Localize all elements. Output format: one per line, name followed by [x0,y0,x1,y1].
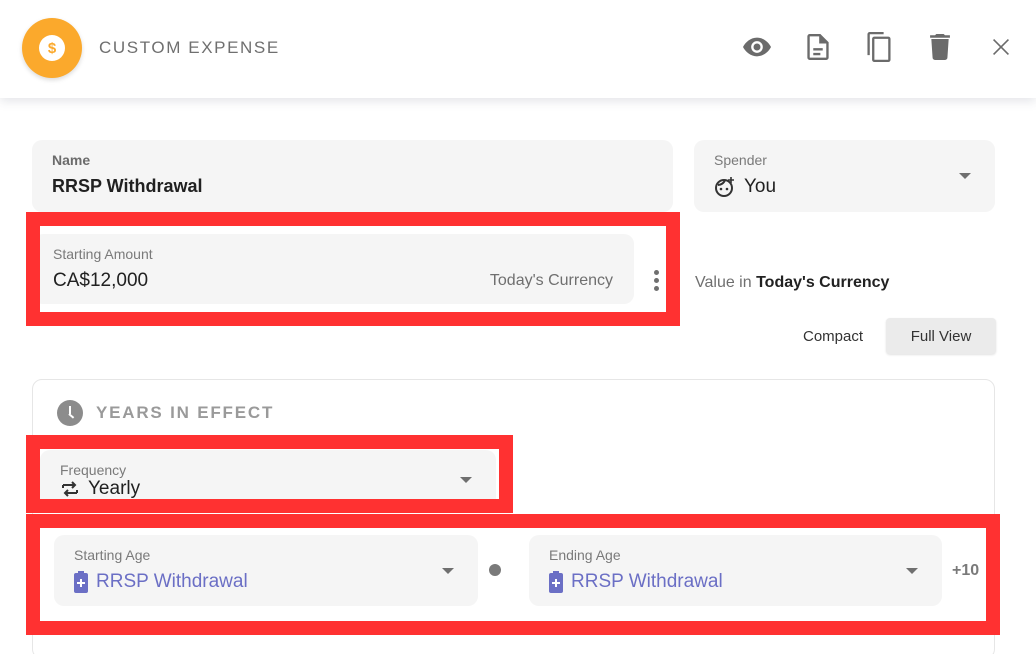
starting-age-select[interactable]: Starting Age RRSP Withdrawal [54,535,478,606]
clock-icon [57,400,83,426]
close-button[interactable] [986,30,1016,64]
full-view-button[interactable]: Full View [886,318,996,354]
view-button[interactable] [742,30,772,64]
name-value[interactable]: RRSP Withdrawal [52,176,203,197]
repeat-icon [60,479,80,499]
chevron-down-icon [959,173,971,179]
battery-plus-icon [549,571,563,593]
name-field[interactable]: Name RRSP Withdrawal [32,140,673,212]
chevron-down-icon [460,477,472,483]
spender-value-wrap: You [714,176,776,198]
frequency-label: Frequency [60,462,127,478]
spender-label: Spender [714,152,767,168]
value-in-prefix: Value in [695,274,752,291]
frequency-value-wrap: Yearly [60,478,140,500]
dollar-icon: $ [39,35,65,61]
battery-plus-icon [74,571,88,593]
spender-value: You [744,176,777,197]
name-label: Name [52,152,91,168]
document-icon [807,34,829,60]
starting-age-value: RRSP Withdrawal [96,571,248,592]
starting-amount-field[interactable]: Starting Amount CA$12,000 Today's Curren… [33,234,634,304]
years-in-effect-header: YEARS IN EFFECT [57,400,274,426]
more-vert-dot [653,278,659,283]
starting-age-value-wrap: RRSP Withdrawal [74,571,248,593]
ending-age-label: Ending Age [549,547,621,563]
years-in-effect-title: YEARS IN EFFECT [96,403,275,422]
frequency-select[interactable]: Frequency Yearly [40,450,496,505]
years-in-effect-card: YEARS IN EFFECT [32,379,995,654]
starting-amount-label: Starting Amount [53,246,153,262]
value-in-currency: Today's Currency [756,274,890,291]
dialog-title: CUSTOM EXPENSE [99,38,280,57]
chevron-down-icon [906,568,918,574]
spender-select[interactable]: Spender You [694,140,995,212]
value-in-label: Value in Today's Currency [695,274,889,292]
age-offset-badge[interactable]: +10 [952,562,979,580]
ending-age-value: RRSP Withdrawal [571,571,723,592]
currency-suffix: Today's Currency [489,272,613,289]
dialog-header: $ CUSTOM EXPENSE [0,0,1036,98]
ending-age-value-wrap: RRSP Withdrawal [549,571,723,593]
trash-icon [930,34,950,60]
more-options-button[interactable] [650,270,662,296]
more-vert-dot [653,286,659,291]
ending-age-select[interactable]: Ending Age RRSP Withdrawal [529,535,942,606]
more-vert-icon [653,270,659,275]
starting-amount-value[interactable]: CA$12,000 [53,270,148,292]
starting-age-label: Starting Age [74,547,151,563]
eye-icon [743,37,771,57]
face-icon [714,176,736,198]
compact-view-button[interactable]: Compact [790,318,876,354]
close-icon [993,39,1009,55]
expense-avatar: $ [22,18,82,78]
frequency-value: Yearly [88,478,141,499]
header-actions [711,30,1016,64]
delete-button[interactable] [925,30,955,64]
duplicate-button[interactable] [864,30,894,64]
separator-dot [489,564,501,576]
chevron-down-icon [442,568,454,574]
copy-icon [867,32,891,62]
notes-button[interactable] [803,30,833,64]
